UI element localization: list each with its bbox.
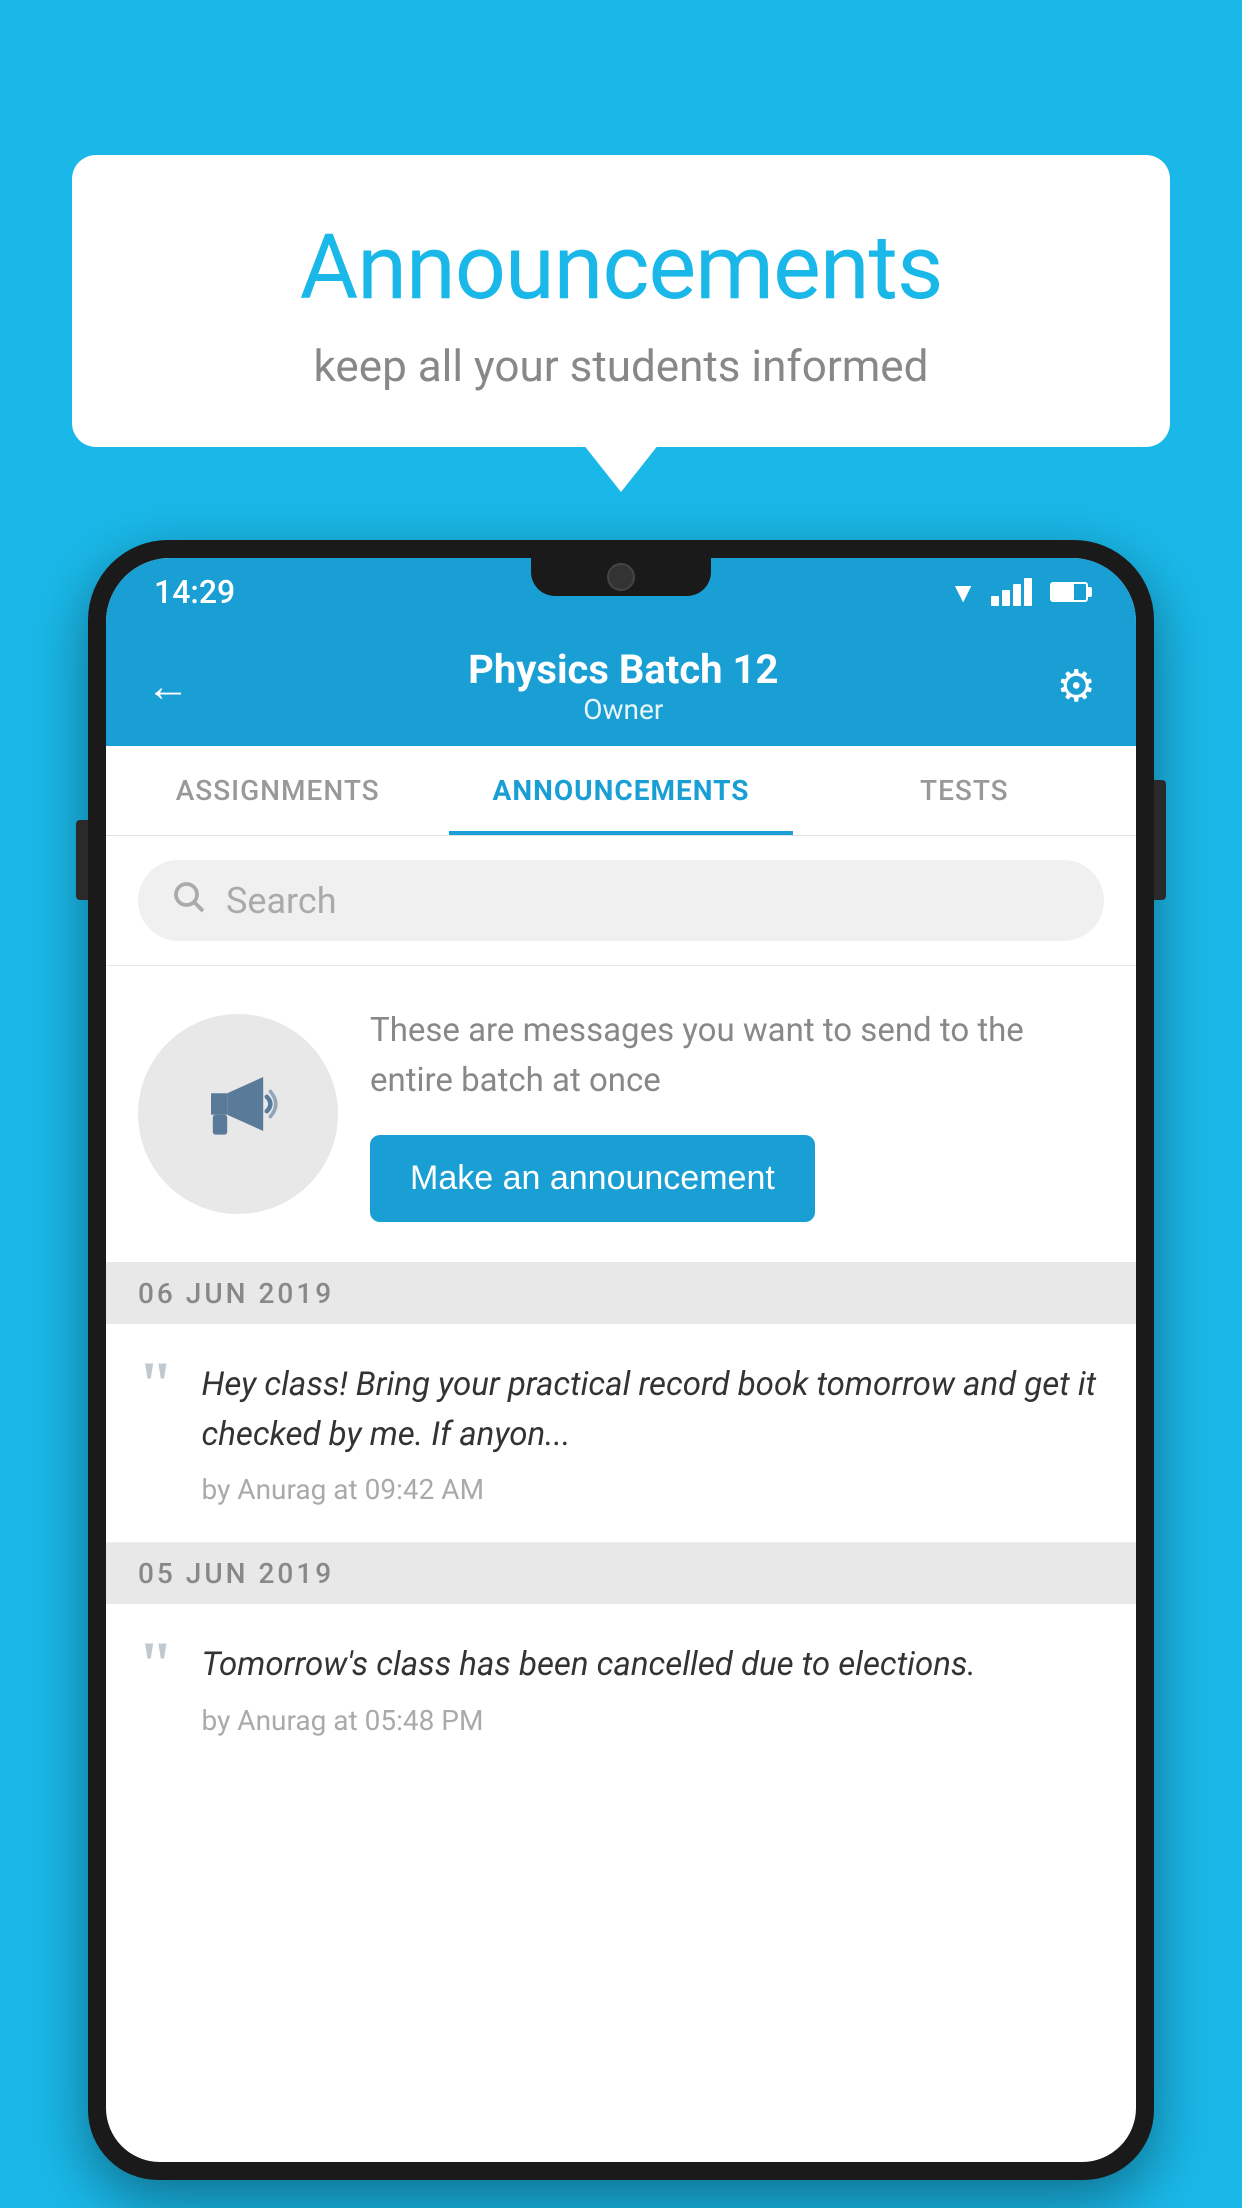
signal-icon: [991, 578, 1032, 606]
promo-section: These are messages you want to send to t…: [106, 966, 1136, 1263]
battery-fill: [1052, 584, 1074, 600]
quote-icon-1: ": [138, 1352, 174, 1416]
make-announcement-button[interactable]: Make an announcement: [370, 1135, 815, 1222]
announcement-item-1: " Hey class! Bring your practical record…: [106, 1324, 1136, 1543]
header-subtitle: Owner: [468, 693, 778, 726]
quote-icon-2: ": [138, 1632, 174, 1696]
announcement-text-2: Tomorrow's class has been cancelled due …: [202, 1640, 1104, 1690]
tab-assignments[interactable]: ASSIGNMENTS: [106, 746, 449, 835]
announcement-meta-1: by Anurag at 09:42 AM: [202, 1473, 1104, 1506]
speech-bubble-subtitle: keep all your students informed: [152, 340, 1090, 392]
status-icons: ▼: [949, 576, 1088, 609]
megaphone-icon: [193, 1059, 283, 1169]
tabs-bar: ASSIGNMENTS ANNOUNCEMENTS TESTS: [106, 746, 1136, 836]
phone-container: 14:29 ▼ ← Phys: [88, 540, 1154, 2208]
status-time: 14:29: [154, 573, 235, 611]
phone-screen: 14:29 ▼ ← Phys: [106, 558, 1136, 2162]
announcement-content-1: Hey class! Bring your practical record b…: [202, 1360, 1104, 1506]
search-bar[interactable]: Search: [138, 860, 1104, 941]
date-divider-1: 06 JUN 2019: [106, 1263, 1136, 1324]
signal-bar-3: [1013, 584, 1021, 606]
signal-bar-4: [1024, 578, 1032, 606]
wifi-icon: ▼: [949, 576, 977, 609]
header-title-group: Physics Batch 12 Owner: [468, 646, 778, 726]
phone-outer: 14:29 ▼ ← Phys: [88, 540, 1154, 2180]
speech-bubble-title: Announcements: [152, 215, 1090, 320]
back-button[interactable]: ←: [146, 660, 190, 712]
phone-camera: [607, 563, 635, 591]
phone-notch: [531, 558, 711, 596]
speech-bubble-card: Announcements keep all your students inf…: [72, 155, 1170, 447]
battery-icon: [1050, 582, 1088, 602]
signal-bar-1: [991, 596, 999, 606]
content-area: Search: [106, 836, 1136, 1773]
promo-icon-circle: [138, 1014, 338, 1214]
phone-side-btn-left: [76, 820, 88, 900]
announcement-content-2: Tomorrow's class has been cancelled due …: [202, 1640, 1104, 1737]
search-container: Search: [106, 836, 1136, 966]
phone-side-btn-right: [1154, 780, 1166, 900]
date-divider-2: 05 JUN 2019: [106, 1543, 1136, 1604]
announcement-text-1: Hey class! Bring your practical record b…: [202, 1360, 1104, 1459]
promo-description: These are messages you want to send to t…: [370, 1006, 1104, 1105]
search-icon: [170, 878, 206, 923]
gear-icon[interactable]: ⚙: [1057, 660, 1096, 712]
tab-announcements[interactable]: ANNOUNCEMENTS: [449, 746, 792, 835]
search-placeholder: Search: [226, 880, 337, 922]
announcement-meta-2: by Anurag at 05:48 PM: [202, 1704, 1104, 1737]
header-title: Physics Batch 12: [468, 646, 778, 693]
tab-tests[interactable]: TESTS: [793, 746, 1136, 835]
app-header: ← Physics Batch 12 Owner ⚙: [106, 626, 1136, 746]
promo-text-group: These are messages you want to send to t…: [370, 1006, 1104, 1222]
signal-bar-2: [1002, 590, 1010, 606]
speech-bubble-area: Announcements keep all your students inf…: [72, 155, 1170, 447]
announcement-item-2: " Tomorrow's class has been cancelled du…: [106, 1604, 1136, 1773]
